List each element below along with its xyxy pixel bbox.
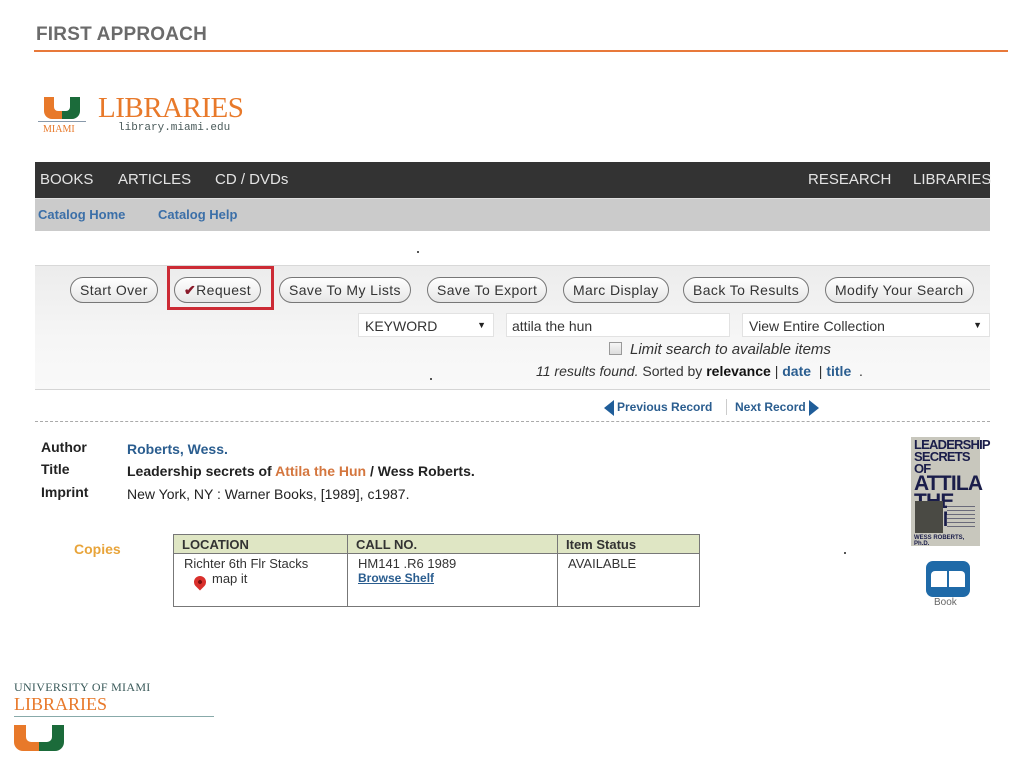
- book-cover-image: LEADERSHIP SECRETS OF ATTILA THE HUN WES…: [911, 437, 991, 547]
- stray-dot: [417, 251, 419, 253]
- call-no-value: HM141 .R6 1989: [358, 556, 457, 571]
- format-label: Book: [934, 597, 957, 608]
- cover-author: WESS ROBERTS, Ph.D.: [914, 535, 965, 547]
- sort-relevance: relevance: [706, 363, 771, 379]
- collection-select[interactable]: View Entire Collection ▼: [742, 313, 990, 337]
- dropdown-arrow-icon: ▼: [477, 320, 486, 330]
- author-label: Author: [41, 439, 87, 455]
- cover-text-lines: [947, 503, 975, 529]
- author-link[interactable]: Roberts, Wess.: [127, 441, 228, 457]
- table-row: Richter 6th Flr Stacks map it HM141 .R6 …: [173, 553, 700, 607]
- slide-title: FIRST APPROACH: [36, 24, 207, 45]
- u-logo-icon: [44, 97, 80, 119]
- footer-university: UNIVERSITY OF MIAMI: [14, 680, 151, 694]
- arrow-left-icon: [604, 400, 614, 416]
- arrow-right-icon: [808, 400, 819, 416]
- limit-available-label: Limit search to available items: [630, 341, 831, 358]
- modify-your-search-button[interactable]: Modify Your Search: [825, 277, 974, 303]
- title-prefix: Leadership secrets of: [127, 463, 276, 479]
- map-pin-icon: [191, 573, 209, 591]
- copies-header-row: LOCATION CALL NO. Item Status: [173, 534, 700, 554]
- title-highlight: Attila the Hun: [275, 463, 367, 479]
- logo-url: library.miami.edu: [118, 122, 231, 134]
- stray-dot: [844, 552, 846, 554]
- save-to-export-button[interactable]: Save To Export: [427, 277, 548, 303]
- footer-u-logo-icon: [14, 725, 64, 751]
- map-it-label: map it: [212, 571, 248, 586]
- next-record-label: Next Record: [735, 400, 806, 415]
- results-count: 11 results found.: [536, 363, 639, 379]
- nav-research[interactable]: RESEARCH: [808, 171, 891, 188]
- location-value: Richter 6th Flr Stacks: [184, 556, 309, 571]
- next-record-link[interactable]: Next Record: [735, 400, 819, 416]
- marc-display-button[interactable]: Marc Display: [563, 277, 669, 303]
- title-label: Title: [41, 461, 70, 477]
- nav-libraries[interactable]: LIBRARIES: [913, 171, 991, 188]
- catalog-help-link[interactable]: Catalog Help: [158, 207, 237, 222]
- save-to-my-lists-button[interactable]: Save To My Lists: [279, 277, 411, 303]
- column-header-call-no: CALL NO.: [347, 534, 558, 554]
- previous-record-link[interactable]: Previous Record: [604, 400, 712, 416]
- logo-libraries-text: LIBRARIES: [98, 92, 244, 124]
- logo-divider: [38, 121, 86, 122]
- request-highlight-box: [167, 266, 274, 310]
- footer-libraries: LIBRARIES: [14, 694, 108, 714]
- slide-title-rule: [34, 50, 1008, 52]
- catalog-home-link[interactable]: Catalog Home: [38, 207, 125, 222]
- copies-label: Copies: [74, 541, 121, 557]
- column-header-item-status: Item Status: [557, 534, 700, 554]
- browse-shelf-link[interactable]: Browse Shelf: [358, 571, 547, 585]
- imprint-label: Imprint: [41, 484, 89, 500]
- stray-dot: [430, 378, 432, 380]
- start-over-button[interactable]: Start Over: [70, 277, 158, 303]
- libraries-logo[interactable]: MIAMI LIBRARIES library.miami.edu: [38, 92, 268, 140]
- dropdown-arrow-icon: ▼: [973, 320, 982, 330]
- sort-by-date-link[interactable]: date: [782, 363, 811, 379]
- dashed-divider: [35, 421, 990, 422]
- book-format-icon: [926, 561, 970, 597]
- sorted-by-label: Sorted by: [642, 363, 703, 379]
- status-cell: AVAILABLE: [557, 553, 700, 607]
- results-summary: 11 results found. Sorted by relevance | …: [536, 363, 863, 379]
- title-suffix: / Wess Roberts.: [366, 463, 475, 479]
- cover-portrait: [915, 501, 943, 533]
- footer-divider: [14, 716, 214, 717]
- search-input[interactable]: attila the hun: [506, 313, 730, 337]
- previous-record-label: Previous Record: [617, 400, 713, 415]
- top-navigation: BOOKS ARTICLES CD / DVDs RESEARCH LIBRAR…: [35, 162, 991, 198]
- nav-books[interactable]: BOOKS: [40, 171, 93, 188]
- limit-available-checkbox[interactable]: [609, 342, 622, 355]
- nav-cd-dvds[interactable]: CD / DVDs: [215, 171, 288, 188]
- search-type-select[interactable]: KEYWORD ▼: [358, 313, 494, 337]
- call-no-cell: HM141 .R6 1989 Browse Shelf: [347, 553, 558, 607]
- logo-miami-caption: MIAMI: [43, 124, 75, 135]
- catalog-subnav: Catalog Home Catalog Help: [35, 198, 990, 231]
- search-type-value: KEYWORD: [365, 318, 438, 334]
- imprint-value: New York, NY : Warner Books, [1989], c19…: [127, 486, 410, 502]
- title-value: Leadership secrets of Attila the Hun / W…: [127, 463, 475, 479]
- back-to-results-button[interactable]: Back To Results: [683, 277, 810, 303]
- collection-value: View Entire Collection: [749, 318, 885, 334]
- copies-table: LOCATION CALL NO. Item Status Richter 6t…: [173, 534, 700, 607]
- column-header-location: LOCATION: [173, 534, 348, 554]
- record-nav-divider: [726, 399, 727, 415]
- location-cell: Richter 6th Flr Stacks map it: [173, 553, 348, 607]
- map-it-link[interactable]: map it: [184, 571, 337, 591]
- nav-articles[interactable]: ARTICLES: [118, 171, 191, 188]
- sort-by-title-link[interactable]: title: [826, 363, 851, 379]
